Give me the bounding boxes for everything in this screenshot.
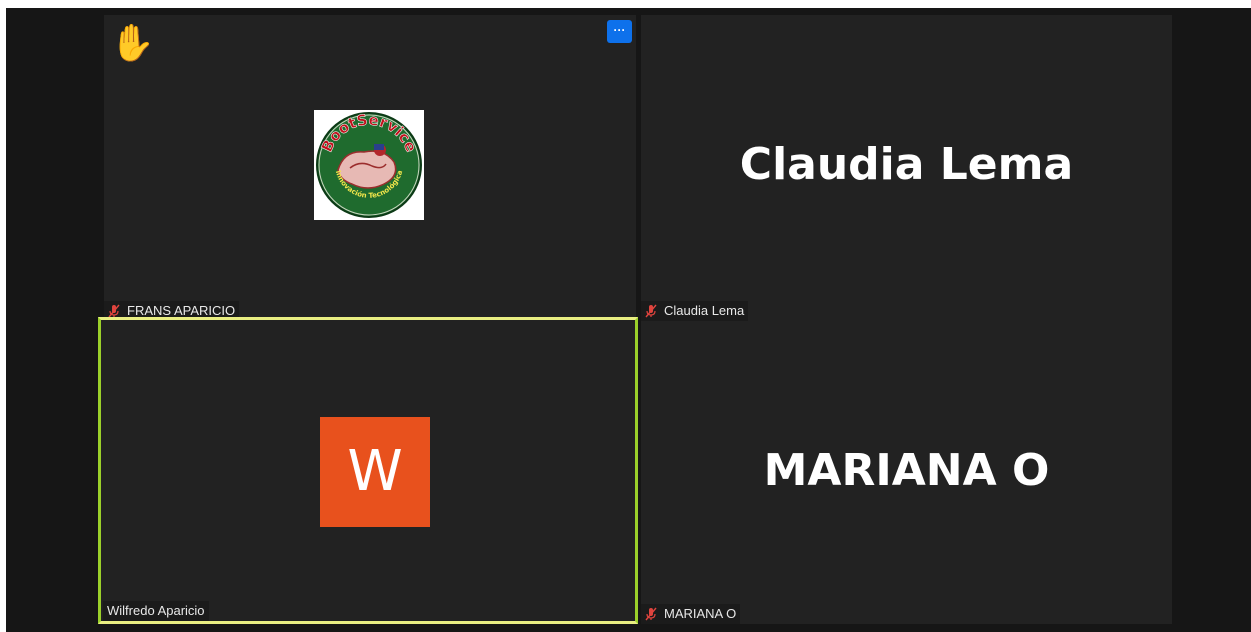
mic-muted-icon — [645, 304, 657, 318]
gallery-view: ✋ ··· BootService Innovación Tecnológica — [6, 8, 1251, 632]
more-options-button[interactable]: ··· — [607, 20, 632, 43]
participant-name-bar: MARIANA O — [641, 604, 741, 624]
participant-tile-frans[interactable]: ✋ ··· BootService Innovación Tecnológica — [104, 15, 636, 321]
avatar: W — [320, 417, 430, 527]
participant-tile-claudia[interactable]: Claudia Lema Claudia Lema — [641, 15, 1172, 321]
participant-name: Claudia Lema — [664, 303, 745, 318]
participant-tile-mariana[interactable]: MARIANA O MARIANA O — [641, 321, 1172, 624]
participant-name: Wilfredo Aparicio — [107, 603, 205, 618]
raised-hand-icon: ✋ — [110, 22, 155, 63]
participant-name-bar: Claudia Lema — [641, 301, 749, 321]
mic-muted-icon — [108, 304, 120, 318]
participant-display-name: Claudia Lema — [739, 139, 1074, 190]
participant-name: MARIANA O — [664, 606, 737, 621]
participant-tile-wilfredo[interactable]: W Wilfredo Aparicio — [98, 317, 638, 624]
bootservice-logo: BootService Innovación Tecnológica — [314, 110, 424, 220]
participant-display-name: MARIANA O — [763, 445, 1050, 496]
mic-muted-icon — [645, 607, 657, 621]
participant-name-bar: Wilfredo Aparicio — [103, 601, 209, 621]
